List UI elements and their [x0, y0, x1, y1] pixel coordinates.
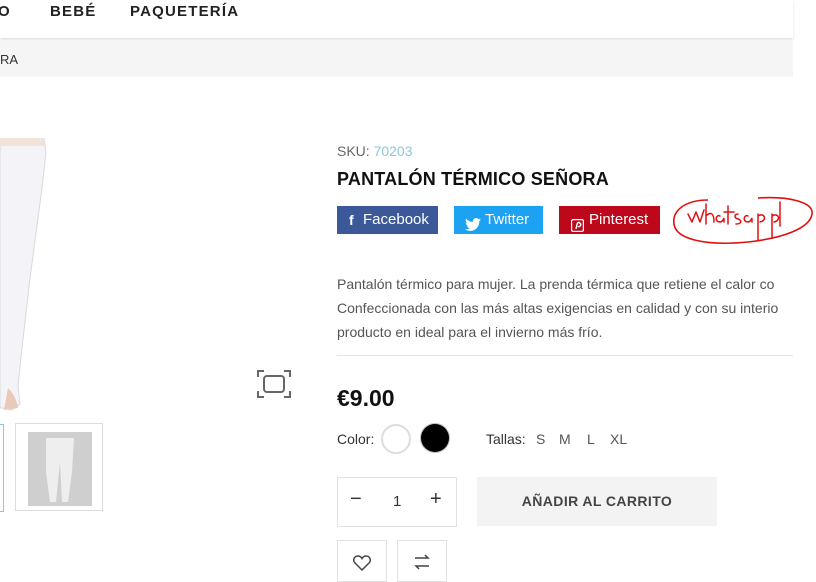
quantity-input[interactable]: 1: [393, 493, 401, 510]
size-option-xl[interactable]: XL: [610, 431, 627, 447]
top-navigation: O BEBÉ PAQUETERÍA: [0, 0, 793, 38]
thumbnail-2[interactable]: [15, 423, 103, 511]
size-option-m[interactable]: M: [559, 431, 571, 447]
twitter-icon: [465, 213, 481, 241]
description-line: Pantalón térmico para mujer. La prenda t…: [337, 276, 775, 292]
nav-item-paqueteria[interactable]: PAQUETERÍA: [130, 3, 239, 20]
facebook-icon: f: [349, 212, 354, 228]
sku-value: 70203: [373, 143, 413, 159]
product-main-image[interactable]: [0, 138, 60, 413]
increase-quantity-button[interactable]: +: [430, 488, 442, 511]
product-sku: SKU: 70203: [337, 143, 413, 159]
compare-icon: [414, 554, 430, 570]
breadcrumb: RA: [0, 40, 793, 77]
description-line: producto en ideal para el invierno más f…: [337, 324, 603, 340]
description-line: Confeccionada con las más altas exigenci…: [337, 300, 779, 316]
breadcrumb-current: RA: [0, 52, 19, 67]
share-facebook-button[interactable]: f Facebook: [337, 206, 438, 234]
product-price: €9.00: [337, 385, 395, 411]
decrease-quantity-button[interactable]: −: [350, 488, 362, 511]
nav-item-partial[interactable]: O: [0, 3, 11, 20]
pinterest-icon: [570, 213, 585, 241]
wishlist-button[interactable]: [337, 540, 387, 582]
product-description: Pantalón térmico para mujer. La prenda t…: [337, 272, 793, 344]
size-option-s[interactable]: S: [536, 431, 545, 447]
sku-label: SKU:: [337, 143, 370, 159]
share-facebook-label: Facebook: [363, 211, 429, 228]
nav-item-bebe[interactable]: BEBÉ: [50, 3, 96, 20]
color-swatch-black[interactable]: [421, 424, 449, 452]
color-swatch-white[interactable]: [381, 424, 411, 454]
thumbnail-image: [28, 432, 92, 506]
color-label: Color:: [337, 431, 375, 447]
product-title: PANTALÓN TÉRMICO SEÑORA: [337, 169, 609, 189]
compare-button[interactable]: [397, 540, 447, 582]
size-option-l[interactable]: L: [587, 431, 595, 447]
share-twitter-label: Twitter: [485, 211, 530, 228]
heart-icon: [353, 555, 371, 571]
divider: [337, 355, 793, 356]
add-to-cart-button[interactable]: AÑADIR AL CARRITO: [477, 477, 717, 526]
share-twitter-button[interactable]: Twitter: [454, 206, 543, 234]
quantity-stepper: − 1 +: [337, 477, 457, 527]
handwritten-whatsapp-annotation: [668, 192, 816, 250]
share-pinterest-label: Pinterest: [589, 211, 649, 228]
thumbnail-1[interactable]: [0, 424, 4, 512]
share-pinterest-button[interactable]: Pinterest: [559, 206, 660, 234]
fullscreen-icon[interactable]: [256, 368, 292, 400]
sizes-label: Tallas:: [486, 431, 526, 447]
